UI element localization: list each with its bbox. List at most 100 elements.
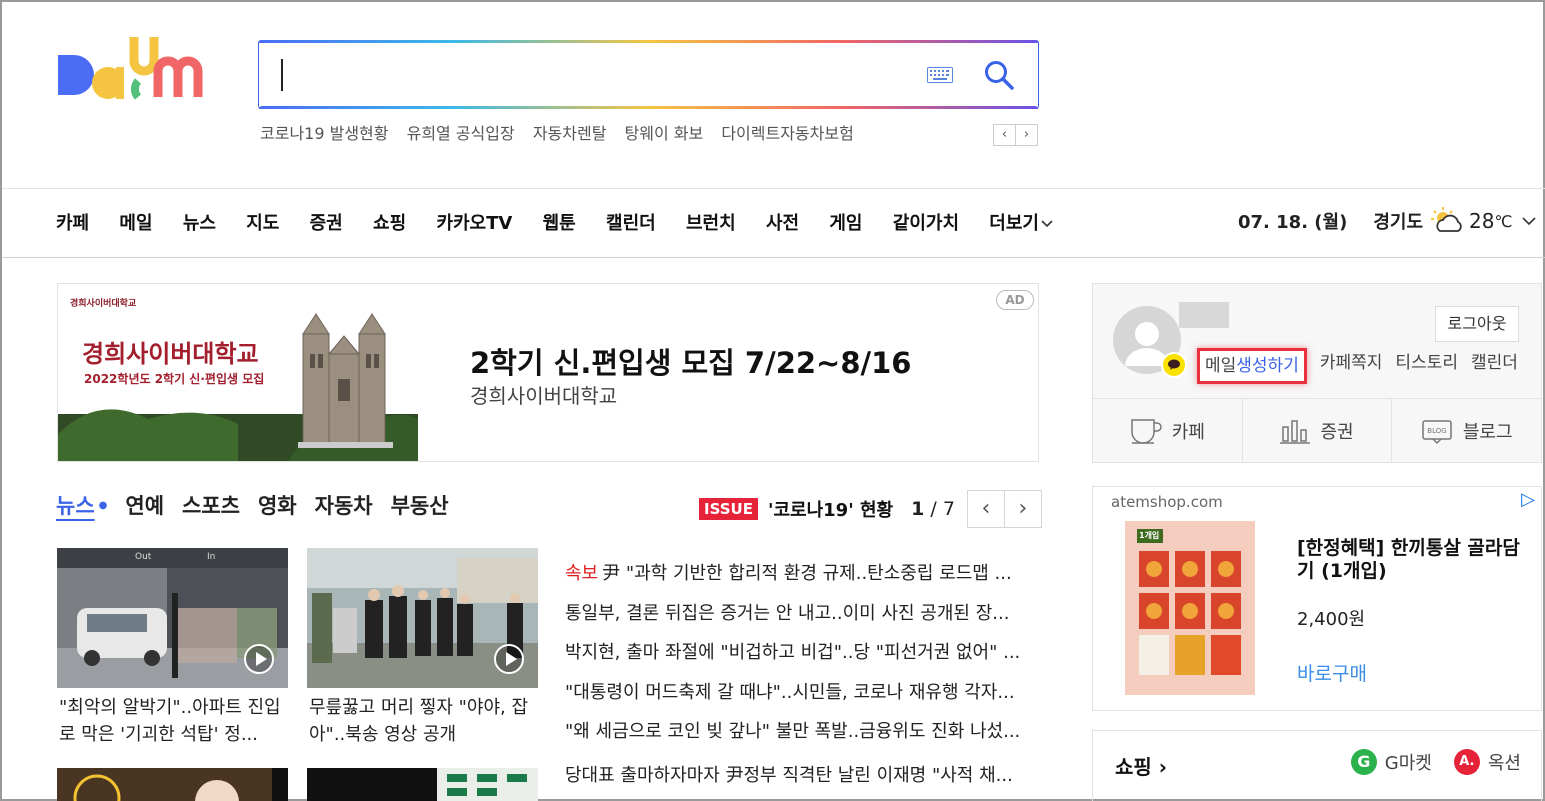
- nav-news[interactable]: 뉴스: [183, 213, 216, 234]
- play-icon[interactable]: [244, 644, 274, 674]
- ad-badge: AD: [996, 290, 1034, 310]
- headline-item[interactable]: 당대표 출마하자마자 尹정부 직격탄 날린 이재명 "사적 채...: [565, 756, 1040, 796]
- service-blog-label: 블로그: [1462, 421, 1513, 443]
- search-icon[interactable]: [983, 59, 1015, 91]
- trending-item[interactable]: 유희열 공식입장: [407, 124, 515, 143]
- mail-create-action[interactable]: 생성하기: [1236, 356, 1299, 376]
- partly-cloudy-icon: [1431, 207, 1462, 232]
- keyboard-icon[interactable]: [927, 67, 953, 83]
- tab-news[interactable]: 뉴스: [56, 490, 95, 520]
- thumbnail-caption[interactable]: 무릎꿇고 머리 찧자 "야야, 잡아"..북송 영상 공개: [309, 694, 540, 748]
- chart-bars-icon: [1280, 419, 1311, 444]
- headline-item[interactable]: "대통령이 머드축제 갈 때냐"..시민들, 코로나 재유행 각자...: [565, 673, 1040, 713]
- nav-stock[interactable]: 증권: [310, 213, 343, 234]
- temperature-unit: ℃: [1494, 211, 1513, 231]
- thumbnail-image: [307, 768, 538, 801]
- chevron-down-icon[interactable]: [1041, 219, 1053, 229]
- trending-prev-button[interactable]: ‹: [993, 124, 1016, 146]
- nav-brunch[interactable]: 브런치: [686, 213, 736, 234]
- shopping-box: 쇼핑 › G G마켓 A. 옥션: [1092, 730, 1542, 801]
- ad-school-small: 경희사이버대학교: [70, 299, 137, 309]
- service-cafe[interactable]: 카페: [1093, 399, 1243, 462]
- nav-webtoon[interactable]: 웹툰: [543, 213, 576, 234]
- news-thumbnail[interactable]: [307, 548, 538, 688]
- nav-map[interactable]: 지도: [246, 213, 279, 234]
- weather-region[interactable]: 경기도: [1373, 208, 1423, 234]
- chevron-down-icon[interactable]: [1522, 216, 1537, 226]
- nav-game[interactable]: 게임: [829, 213, 862, 234]
- issue-title[interactable]: '코로나19' 현황: [768, 496, 893, 522]
- tistory-link[interactable]: 티스토리: [1395, 348, 1458, 384]
- cup-icon: [1131, 418, 1162, 444]
- trending-item[interactable]: 탕웨이 화보: [625, 124, 704, 143]
- headline-item[interactable]: 박지현, 출마 좌절에 "비겁하고 비겁"..당 "피선거권 없어" ...: [565, 633, 1040, 673]
- issue-nav: ‹ ›: [966, 490, 1042, 528]
- issue-bar: ISSUE '코로나19' 현황 1 / 7 ‹ ›: [699, 490, 1042, 528]
- service-stock[interactable]: 증권: [1243, 399, 1393, 462]
- play-icon[interactable]: [494, 644, 524, 674]
- logout-button[interactable]: 로그아웃: [1435, 306, 1519, 342]
- service-stock-label: 증권: [1320, 421, 1354, 443]
- tab-entertainment[interactable]: 연예: [125, 490, 164, 520]
- gmarket-icon: G: [1350, 749, 1377, 775]
- mail-create-link[interactable]: 메일생성하기: [1197, 348, 1307, 384]
- ad-title[interactable]: 2학기 신.편입생 모집 7/22~8/16: [470, 340, 911, 382]
- trending-item[interactable]: 다이렉트자동차보험: [721, 124, 853, 143]
- news-thumbnail[interactable]: [57, 768, 288, 801]
- product-tag: 1개입: [1139, 531, 1160, 540]
- thumbnail-image: [57, 768, 288, 801]
- ad-domain[interactable]: atemshop.com: [1111, 493, 1223, 511]
- nav-dictionary[interactable]: 사전: [766, 213, 799, 234]
- kakaotalk-icon[interactable]: [1161, 352, 1187, 378]
- product-ad[interactable]: atemshop.com ▷ 1개입 [한정혜택] 한끼통살 골라담기 (1개입…: [1092, 486, 1542, 711]
- gnb-divider: [2, 188, 1545, 189]
- tab-sports[interactable]: 스포츠: [182, 490, 240, 520]
- tab-realestate[interactable]: 부동산: [391, 490, 449, 520]
- news-thumbnail[interactable]: [307, 768, 538, 801]
- ad-image[interactable]: 경희사이버대학교 경희사이버대학교 2022학년도 2학기 신·편입생 모집: [58, 284, 418, 461]
- adchoices-icon[interactable]: ▷: [1521, 489, 1535, 510]
- issue-badge: ISSUE: [699, 498, 758, 520]
- nav-calendar[interactable]: 캘린더: [606, 213, 656, 234]
- thumbnail-caption[interactable]: "최악의 알박기"..아파트 진입로 막은 '기괴한 석탑' 정...: [59, 694, 290, 748]
- trending-item[interactable]: 코로나19 발생현황: [260, 124, 389, 143]
- tab-movie[interactable]: 영화: [258, 490, 297, 520]
- search-box[interactable]: [258, 40, 1039, 109]
- product-image[interactable]: 1개입: [1125, 521, 1255, 695]
- nav-mail[interactable]: 메일: [119, 213, 152, 234]
- tab-news-dots: ●: [98, 499, 108, 511]
- headline-text[interactable]: 尹 "과학 기반한 합리적 환경 규제..탄소중립 로드맵 ...: [602, 563, 1012, 584]
- nav-together[interactable]: 같이가치: [893, 213, 959, 234]
- issue-prev-button[interactable]: ‹: [966, 490, 1005, 528]
- headline-item[interactable]: "왜 세금으로 코인 빚 갚나" 불만 폭발..금융위도 진화 나섰...: [565, 712, 1040, 752]
- service-blog[interactable]: BLOG 블로그: [1392, 399, 1541, 462]
- nav-shopping[interactable]: 쇼핑: [373, 213, 406, 234]
- nav-kakaotv[interactable]: 카카오TV: [436, 213, 512, 234]
- trending-item[interactable]: 자동차렌탈: [533, 124, 607, 143]
- headline-item[interactable]: 속보 尹 "과학 기반한 합리적 환경 규제..탄소중립 로드맵 ...: [565, 554, 1040, 594]
- tab-car[interactable]: 자동차: [315, 490, 373, 520]
- search-input[interactable]: [279, 55, 879, 95]
- main-nav: 카페 메일 뉴스 지도 증권 쇼핑 카카오TV 웹툰 캘린더 브런치 사전 게임…: [56, 209, 1053, 235]
- nav-cafe[interactable]: 카페: [56, 213, 89, 234]
- issue-page-total: / 7: [930, 498, 955, 520]
- auction-icon: A.: [1453, 749, 1480, 775]
- gmarket-link[interactable]: G마켓: [1385, 749, 1432, 775]
- issue-next-button[interactable]: ›: [1003, 490, 1042, 528]
- nav-more[interactable]: 더보기: [989, 213, 1039, 234]
- shopping-title[interactable]: 쇼핑 ›: [1115, 751, 1167, 780]
- auction-link[interactable]: 옥션: [1488, 749, 1521, 775]
- calendar-link[interactable]: 캘린더: [1471, 348, 1518, 384]
- ad-subtitle[interactable]: 경희사이버대학교: [470, 380, 617, 409]
- ad-school-name: 경희사이버대학교: [82, 340, 259, 368]
- cafe-note-link[interactable]: 카페쪽지: [1320, 348, 1383, 384]
- buy-now-link[interactable]: 바로구매: [1297, 659, 1367, 686]
- news-thumbnail[interactable]: Out In: [57, 548, 288, 688]
- chicken-pack-image: [1125, 521, 1255, 695]
- ad-banner[interactable]: 경희사이버대학교 경희사이버대학교 2022학년도 2학기 신·편입생 모집 2…: [57, 283, 1039, 462]
- trending-next-button[interactable]: ›: [1015, 124, 1038, 146]
- product-title[interactable]: [한정혜택] 한끼통살 골라담기 (1개입): [1297, 537, 1537, 583]
- daum-logo[interactable]: [54, 35, 234, 115]
- issue-page-current: 1: [911, 498, 925, 520]
- headline-item[interactable]: 통일부, 결론 뒤집은 증거는 안 내고..이미 사진 공개된 장...: [565, 594, 1040, 634]
